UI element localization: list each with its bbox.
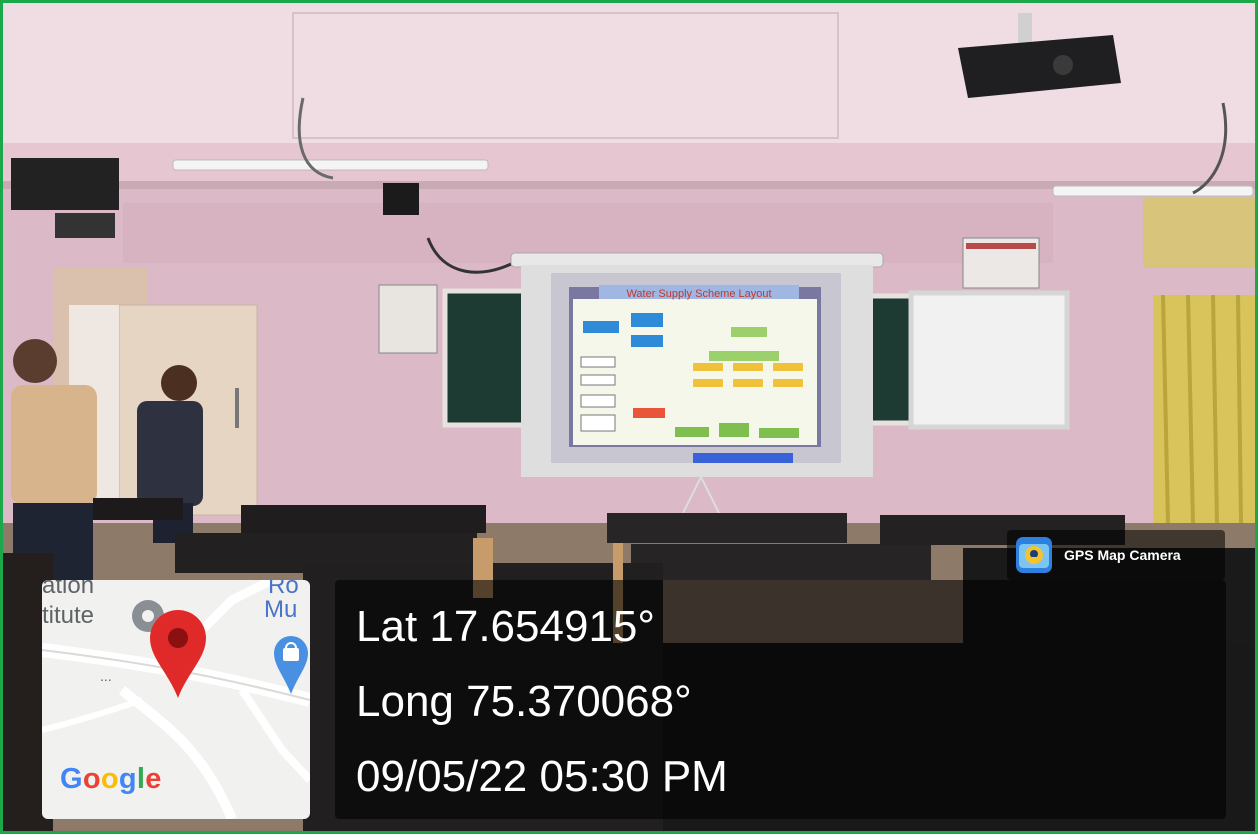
desk [631, 544, 931, 580]
greenboard-left [442, 288, 528, 428]
slide-title: Water Supply Scheme Layout [626, 288, 771, 300]
greenboard-right [866, 293, 916, 426]
google-logo: Google [60, 763, 162, 795]
projection-screen: Water Supply Scheme Layout [510, 252, 884, 514]
tube-light-left [172, 159, 489, 171]
tube-light-right [1052, 185, 1254, 197]
desk [93, 498, 183, 520]
map-label-dots: ... [100, 668, 112, 684]
whiteboard [908, 290, 1070, 430]
latitude-text: Lat 17.654915° [356, 602, 655, 651]
location-info-panel: Lat 17.654915° Long 75.370068° 09/05/22 … [335, 580, 1226, 819]
map-label-right: Mu [264, 596, 298, 623]
gps-map-camera-badge: GPS Map Camera [1007, 530, 1225, 580]
speaker-center [383, 183, 419, 215]
shopping-bag-poi-icon [274, 636, 308, 694]
notice-left [378, 284, 438, 354]
desk [241, 505, 486, 533]
longitude-text: Long 75.370068° [356, 677, 692, 726]
speaker-left [11, 158, 119, 210]
photo-frame: Water Supply Scheme Layout GPS Map Camer… [0, 0, 1258, 834]
map-thumbnail: ation titute Ro Mu ... Google [42, 580, 310, 819]
datetime-text: 09/05/22 05:30 PM [356, 752, 728, 801]
red-map-pin-icon [150, 610, 206, 698]
map-label-left: titute [42, 602, 95, 629]
desk [607, 513, 847, 543]
window [1143, 198, 1255, 268]
gps-map-camera-icon [1016, 537, 1052, 573]
app-badge-label: GPS Map Camera [1064, 547, 1181, 563]
map-label-top-left: ation [42, 580, 95, 599]
